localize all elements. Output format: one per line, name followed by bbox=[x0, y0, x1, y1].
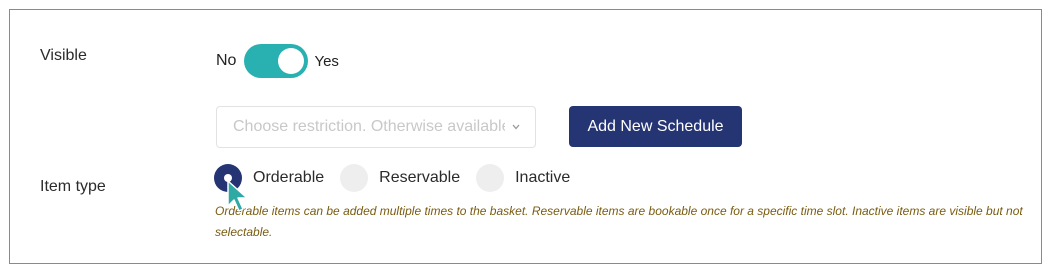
visible-toggle[interactable] bbox=[244, 44, 309, 78]
radio-label-inactive: Inactive bbox=[515, 169, 571, 186]
radio-option-inactive[interactable]: Inactive bbox=[476, 164, 570, 192]
radio-option-reservable[interactable]: Reservable bbox=[340, 164, 460, 192]
chevron-down-icon bbox=[512, 124, 520, 130]
select-placeholder: Choose restriction. Otherwise available bbox=[233, 118, 505, 135]
radio-reservable[interactable] bbox=[340, 164, 369, 192]
radio-label-reservable: Reservable bbox=[379, 169, 461, 186]
schedule-restriction-select[interactable]: Choose restriction. Otherwise available bbox=[216, 106, 536, 148]
visible-toggle-row: No Yes bbox=[216, 44, 339, 78]
mouse-pointer-icon bbox=[227, 180, 248, 212]
toggle-no-label: No bbox=[216, 52, 237, 69]
toggle-yes-label: Yes bbox=[314, 52, 339, 70]
radio-label-orderable: Orderable bbox=[253, 169, 325, 186]
toggle-knob bbox=[278, 48, 305, 74]
settings-panel: Visible No Yes Choose restriction. Other… bbox=[9, 9, 1042, 264]
radio-inactive[interactable] bbox=[476, 164, 505, 192]
item-type-label: Item type bbox=[40, 178, 106, 195]
item-type-radio-group: Orderable Reservable Inactive bbox=[214, 164, 586, 192]
visible-label: Visible bbox=[40, 47, 87, 64]
item-type-help-text: Orderable items can be added multiple ti… bbox=[215, 204, 1023, 239]
add-new-schedule-button[interactable]: Add New Schedule bbox=[569, 106, 742, 147]
